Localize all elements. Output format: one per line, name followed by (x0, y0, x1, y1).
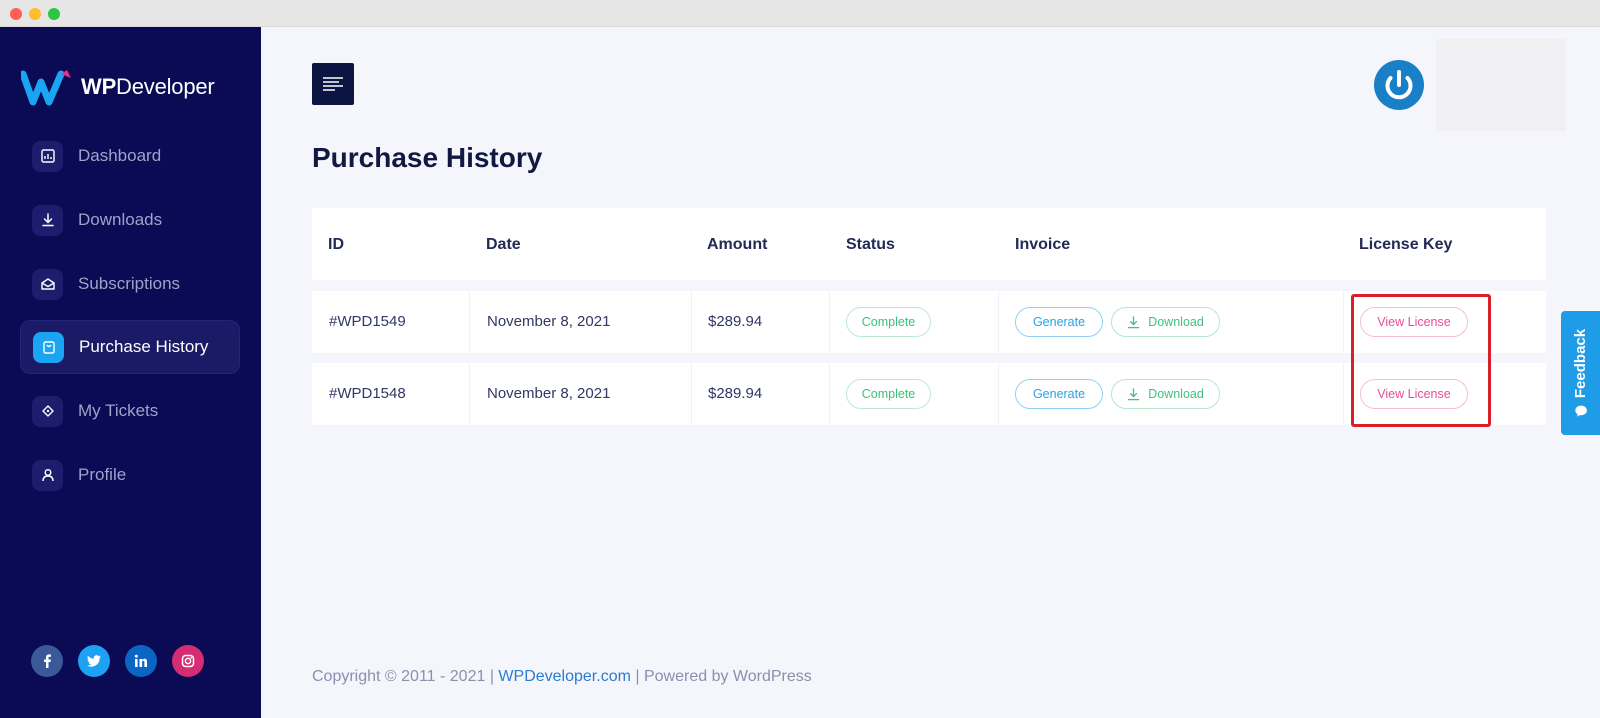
column-divider (1343, 291, 1344, 353)
feedback-tab-content: Feedback (1572, 328, 1589, 417)
footer-site-link[interactable]: WPDeveloper.com (498, 668, 631, 685)
column-divider (829, 363, 830, 425)
order-amount: $289.94 (708, 385, 763, 402)
order-id: #WPD1549 (329, 313, 406, 330)
order-date: November 8, 2021 (487, 385, 611, 402)
ticket-icon (32, 395, 63, 427)
download-icon (32, 204, 63, 236)
column-header-license-key: License Key (1359, 236, 1453, 253)
window-titlebar (0, 0, 1600, 27)
power-icon[interactable] (1373, 59, 1425, 111)
download-invoice-label: Download (1148, 387, 1204, 401)
sidebar-item-dashboard[interactable]: Dashboard (20, 129, 240, 183)
column-header-invoice: Invoice (1015, 236, 1071, 253)
sidebar-item-label: Purchase History (79, 337, 209, 356)
column-divider (1343, 363, 1344, 425)
minimize-window-button[interactable] (29, 8, 41, 20)
user-icon (32, 459, 63, 491)
sidebar-item-label: Subscriptions (78, 274, 181, 293)
brand-name: WPDeveloper (81, 74, 215, 99)
column-header-status: Status (846, 236, 895, 253)
view-license-button[interactable]: View License (1360, 379, 1468, 409)
column-divider (998, 291, 999, 353)
sidebar-item-profile[interactable]: Profile (20, 448, 240, 502)
download-invoice-button[interactable]: Download (1111, 379, 1220, 409)
column-header-date: Date (486, 236, 521, 253)
facebook-icon[interactable] (31, 645, 63, 677)
column-divider (829, 291, 830, 353)
table-header: ID Date Amount Status Invoice License Ke… (312, 208, 1546, 280)
brand-logo[interactable]: WPDeveloper (21, 67, 215, 107)
browser-window: WPDeveloper Dashboard Downloads Subscrip… (0, 0, 1600, 718)
envelope-icon (32, 268, 63, 300)
chat-bubble-icon (1574, 405, 1587, 417)
column-divider (998, 363, 999, 425)
column-header-id: ID (328, 236, 344, 253)
footer: Copyright © 2011 - 2021 | WPDeveloper.co… (312, 668, 812, 686)
order-id: #WPD1548 (329, 385, 406, 402)
linkedin-icon[interactable] (125, 645, 157, 677)
sidebar-item-label: Downloads (78, 210, 163, 229)
download-icon (1127, 387, 1140, 400)
page-title: Purchase History (312, 142, 543, 173)
instagram-icon[interactable] (172, 645, 204, 677)
sidebar: WPDeveloper Dashboard Downloads Subscrip… (0, 27, 261, 718)
menu-toggle-button[interactable] (312, 63, 354, 105)
sidebar-item-my-tickets[interactable]: My Tickets (20, 384, 240, 438)
sidebar-item-purchase-history[interactable]: Purchase History (20, 320, 240, 374)
dashboard-icon (32, 140, 63, 172)
table-row: #WPD1548 November 8, 2021 $289.94 Comple… (312, 363, 1546, 425)
maximize-window-button[interactable] (48, 8, 60, 20)
download-icon (1127, 315, 1140, 328)
status-badge: Complete (846, 379, 931, 409)
feedback-tab[interactable]: Feedback (1561, 311, 1600, 435)
column-divider (469, 291, 470, 353)
column-divider (691, 363, 692, 425)
user-avatar-placeholder[interactable] (1436, 39, 1566, 131)
sidebar-item-subscriptions[interactable]: Subscriptions (20, 257, 240, 311)
status-badge: Complete (846, 307, 931, 337)
close-window-button[interactable] (10, 8, 22, 20)
twitter-icon[interactable] (78, 645, 110, 677)
order-amount: $289.94 (708, 313, 763, 330)
sidebar-item-downloads[interactable]: Downloads (20, 193, 240, 247)
generate-invoice-button[interactable]: Generate (1015, 307, 1103, 337)
sidebar-item-label: My Tickets (78, 401, 159, 420)
download-invoice-label: Download (1148, 315, 1204, 329)
download-invoice-button[interactable]: Download (1111, 307, 1220, 337)
bag-icon (33, 331, 64, 363)
feedback-label: Feedback (1572, 328, 1590, 398)
sidebar-item-label: Profile (78, 465, 127, 484)
order-date: November 8, 2021 (487, 313, 611, 330)
wpdeveloper-logo-icon (21, 70, 71, 106)
generate-invoice-button[interactable]: Generate (1015, 379, 1103, 409)
column-divider (469, 363, 470, 425)
column-header-amount: Amount (707, 236, 768, 253)
column-divider (691, 291, 692, 353)
table-row: #WPD1549 November 8, 2021 $289.94 Comple… (312, 291, 1546, 353)
sidebar-item-label: Dashboard (78, 146, 162, 165)
footer-copyright: Copyright © 2011 - 2021 | (312, 668, 499, 685)
view-license-button[interactable]: View License (1360, 307, 1468, 337)
footer-powered-by: | Powered by WordPress (630, 668, 812, 685)
hamburger-icon (323, 77, 343, 91)
